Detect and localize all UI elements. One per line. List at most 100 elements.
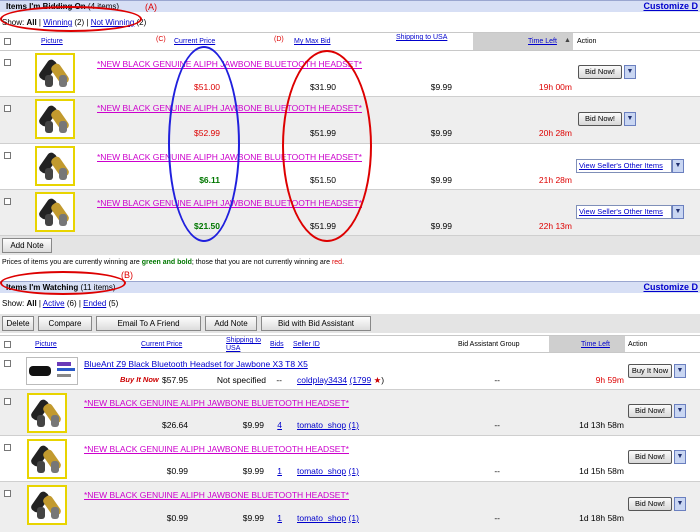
watching-filter: Show: All | Active (6) | Ended (5) — [2, 299, 119, 308]
delete-button[interactable]: Delete — [2, 316, 34, 331]
shipping: $9.99 — [242, 420, 264, 430]
col-shipping[interactable]: Shipping to USA — [226, 337, 266, 353]
item-title-link[interactable]: BlueAnt Z9 Black Bluetooth Headset for J… — [84, 359, 308, 369]
sort-arrow-icon: ▲ — [564, 37, 571, 44]
bid-assistant-group: -- — [494, 375, 500, 385]
chevron-down-icon[interactable]: ▼ — [624, 65, 636, 79]
bids[interactable]: 1 — [270, 466, 282, 476]
bids: -- — [276, 375, 282, 385]
chevron-down-icon[interactable]: ▼ — [672, 205, 684, 219]
time-left: 9h 59m — [595, 375, 624, 385]
select-all-checkbox[interactable] — [4, 38, 11, 45]
col-time-left[interactable]: Time Left — [581, 341, 610, 348]
annotation-oval-a — [0, 6, 142, 32]
chevron-down-icon[interactable]: ▼ — [674, 364, 686, 378]
bid-now-button[interactable]: Bid Now! — [578, 112, 622, 126]
filter-all[interactable]: All — [26, 299, 36, 308]
customize-link[interactable]: Customize D — [643, 282, 698, 292]
shipping: $9.99 — [430, 82, 452, 92]
buy-it-now-button[interactable]: Buy It Now — [628, 364, 672, 378]
col-bids[interactable]: Bids — [270, 341, 284, 348]
item-thumbnail[interactable] — [35, 146, 75, 186]
add-note-button[interactable]: Add Note — [2, 238, 52, 253]
shipping: $9.99 — [430, 128, 452, 138]
col-picture[interactable]: Picture — [35, 341, 57, 348]
bid-assistant-button[interactable]: Bid with Bid Assistant — [261, 316, 371, 331]
row-checkbox[interactable] — [4, 105, 11, 112]
col-time-left[interactable]: Time Left — [528, 38, 557, 45]
col-shipping[interactable]: Shipping to USA — [396, 34, 452, 42]
current-price: $0.99 — [166, 513, 188, 523]
row-checkbox[interactable] — [4, 152, 11, 159]
bids[interactable]: 1 — [270, 513, 282, 523]
bid-now-button[interactable]: Bid Now! — [628, 404, 672, 418]
row-checkbox[interactable] — [4, 398, 11, 405]
filter-ended[interactable]: Ended — [83, 299, 106, 308]
chevron-down-icon[interactable]: ▼ — [674, 497, 686, 511]
annotation-oval-b — [0, 271, 126, 295]
item-thumbnail[interactable] — [35, 53, 75, 93]
shipping: Not specified — [216, 375, 266, 385]
col-seller-id[interactable]: Seller ID — [293, 341, 320, 348]
item-thumbnail[interactable] — [27, 439, 67, 479]
annotation-oval-d — [282, 50, 372, 242]
seller-id: coldplay3434 (1799 ★) — [297, 375, 385, 385]
filter-active[interactable]: Active — [43, 299, 65, 308]
bid-assistant-group: -- — [494, 466, 500, 476]
item-title-link[interactable]: *NEW BLACK GENUINE ALIPH JAWBONE BLUETOO… — [84, 444, 349, 454]
item-thumbnail[interactable] — [27, 485, 67, 525]
item-title-link[interactable]: *NEW BLACK GENUINE ALIPH JAWBONE BLUETOO… — [84, 490, 349, 500]
time-left: 22h 13m — [538, 221, 572, 231]
row-checkbox[interactable] — [4, 198, 11, 205]
time-left: 19h 00m — [538, 82, 572, 92]
col-picture[interactable]: Picture — [41, 38, 63, 45]
chevron-down-icon[interactable]: ▼ — [624, 112, 636, 126]
current-price: $26.64 — [162, 420, 188, 430]
col-action: Action — [577, 38, 597, 45]
row-checkbox[interactable] — [4, 360, 11, 367]
price-legend: Prices of items you are currently winnin… — [2, 259, 345, 266]
bid-now-button[interactable]: Bid Now! — [628, 497, 672, 511]
col-bid-assistant-group: Bid Assistant Group — [458, 341, 520, 348]
current-price: $0.99 — [166, 466, 188, 476]
col-current-price[interactable]: Current Price — [141, 341, 182, 348]
shipping: $9.99 — [242, 466, 264, 476]
annotation-oval-c — [168, 46, 240, 242]
annotation-a: (A) — [145, 2, 157, 12]
current-price: $57.95 — [162, 375, 188, 385]
shipping: $9.99 — [430, 221, 452, 231]
item-thumbnail[interactable] — [26, 357, 78, 385]
row-checkbox[interactable] — [4, 59, 11, 66]
row-checkbox[interactable] — [4, 444, 11, 451]
annotation-d: (D) — [274, 36, 284, 43]
chevron-down-icon[interactable]: ▼ — [674, 450, 686, 464]
time-left: 1d 13h 58m — [579, 420, 624, 430]
email-friend-button[interactable]: Email To A Friend — [96, 316, 201, 331]
bidding-column-header: Picture (C) Current Price (D) My Max Bid… — [0, 32, 700, 51]
item-title-link[interactable]: *NEW BLACK GENUINE ALIPH JAWBONE BLUETOO… — [84, 398, 349, 408]
bid-now-button[interactable]: Bid Now! — [578, 65, 622, 79]
select-all-checkbox[interactable] — [4, 341, 11, 348]
col-max-bid[interactable]: My Max Bid — [294, 38, 331, 45]
seller-items-dropdown[interactable]: View Seller's Other Items — [576, 159, 672, 173]
customize-link[interactable]: Customize D — [643, 1, 698, 11]
shipping: $9.99 — [430, 175, 452, 185]
bidding-footer — [0, 236, 700, 255]
row-checkbox[interactable] — [4, 490, 11, 497]
item-thumbnail[interactable] — [27, 393, 67, 433]
col-current-price[interactable]: Current Price — [174, 38, 215, 45]
seller-id: tomato_shop (1) — [297, 420, 359, 430]
chevron-down-icon[interactable]: ▼ — [672, 159, 684, 173]
bid-now-button[interactable]: Bid Now! — [628, 450, 672, 464]
compare-button[interactable]: Compare — [38, 316, 92, 331]
add-note-button[interactable]: Add Note — [205, 316, 257, 331]
bids[interactable]: 4 — [270, 420, 282, 430]
item-thumbnail[interactable] — [35, 192, 75, 232]
watch-row: *NEW BLACK GENUINE ALIPH JAWBONE BLUETOO… — [0, 482, 700, 532]
seller-items-dropdown[interactable]: View Seller's Other Items — [576, 205, 672, 219]
annotation-c: (C) — [156, 36, 166, 43]
seller-id: tomato_shop (1) — [297, 513, 359, 523]
chevron-down-icon[interactable]: ▼ — [674, 404, 686, 418]
item-thumbnail[interactable] — [35, 99, 75, 139]
time-left: 21h 28m — [538, 175, 572, 185]
